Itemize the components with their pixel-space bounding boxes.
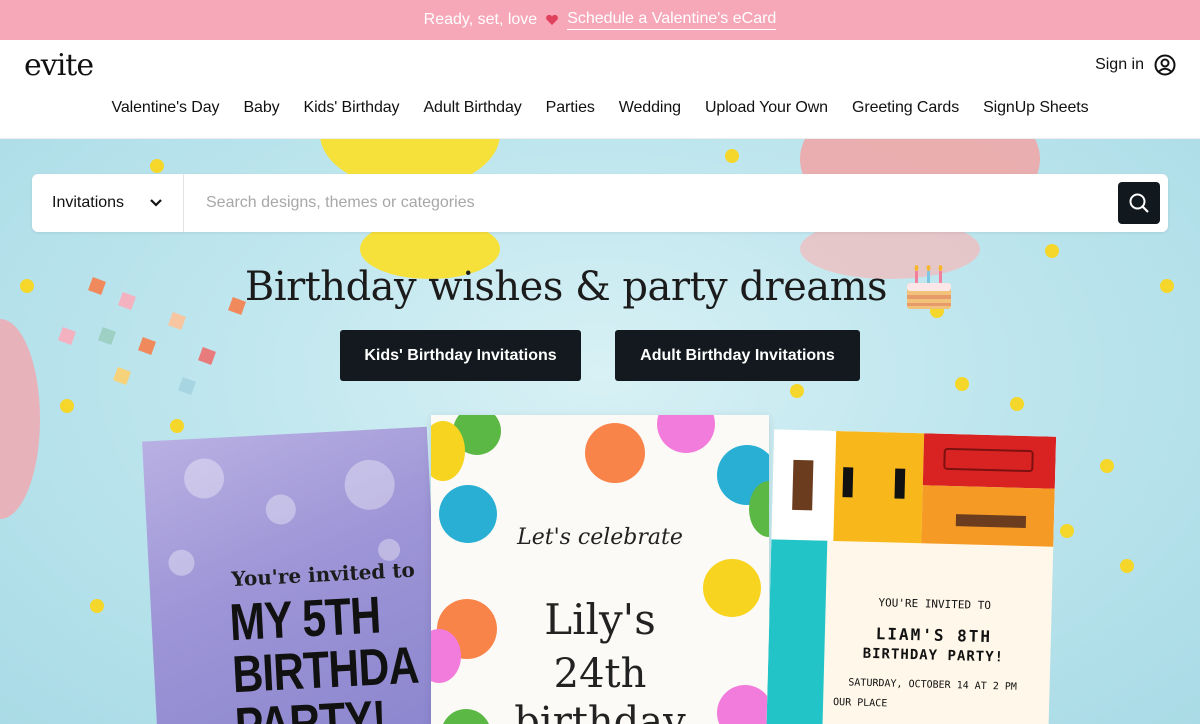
- confetti-dot: [90, 599, 104, 613]
- pixel-sword: [792, 459, 814, 511]
- pixel-eye: [842, 467, 854, 498]
- sign-in-button[interactable]: Sign in: [1095, 54, 1176, 76]
- confetti-dot: [955, 377, 969, 391]
- nav-wedding[interactable]: Wedding: [607, 99, 693, 117]
- card-date: SATURDAY, OCTOBER 14 AT 2 PM: [848, 677, 1017, 693]
- card-name: Lily's: [544, 595, 656, 644]
- valentine-ecard-link[interactable]: Schedule a Valentine's eCard: [567, 10, 777, 30]
- confetti-dot: [170, 419, 184, 433]
- promo-text: Ready, set, love: [423, 11, 538, 28]
- glitter-sparkle: [343, 458, 396, 512]
- search-button[interactable]: [1118, 182, 1160, 224]
- main-nav: Valentine's Day Baby Kids' Birthday Adul…: [0, 99, 1200, 117]
- search-icon: [1129, 193, 1149, 213]
- pixel-eye: [894, 468, 906, 499]
- dot-decoration: [585, 423, 645, 483]
- dot-decoration: [657, 415, 715, 453]
- category-value: Invitations: [52, 194, 125, 211]
- evite-logo[interactable]: evite: [24, 48, 94, 83]
- nav-baby[interactable]: Baby: [231, 99, 291, 117]
- confetti-dot: [1010, 397, 1024, 411]
- promo-banner: Ready, set, love Schedule a Valentine's …: [0, 0, 1200, 40]
- confetti-dot: [1045, 244, 1059, 258]
- confetti-dot: [1120, 559, 1134, 573]
- invitation-card-lilys-24th[interactable]: Let's celebrate Lily's 24th birthday: [431, 415, 769, 724]
- card-script-line: Let's celebrate: [517, 525, 683, 550]
- card-age: 24th: [553, 651, 647, 697]
- card-birthday-word: birthday: [514, 699, 686, 724]
- confetti-dot: [790, 384, 804, 398]
- glitter-sparkle: [167, 549, 196, 577]
- heart-icon: [546, 14, 559, 25]
- card-party: BIRTHDAY PARTY!: [862, 645, 1005, 666]
- card-location: OUR PLACE: [832, 697, 888, 710]
- hero-headline: Birthday wishes & party dreams: [0, 261, 1200, 313]
- confetti-dot: [725, 149, 739, 163]
- confetti-square: [178, 377, 196, 395]
- nav-greeting-cards[interactable]: Greeting Cards: [840, 99, 971, 117]
- nav-upload-your-own[interactable]: Upload Your Own: [693, 99, 840, 117]
- invitation-card-5th-birthday[interactable]: You're invited to MY 5TH BIRTHDA PARTY!: [142, 426, 443, 724]
- adult-birthday-invitations-button[interactable]: Adult Birthday Invitations: [615, 330, 860, 381]
- glitter-sparkle: [183, 457, 226, 500]
- hero-section: Invitations Birthday wishes & party drea…: [0, 139, 1200, 724]
- confetti-dot: [1100, 459, 1114, 473]
- pixel-block: [765, 539, 828, 724]
- hero-title: Birthday wishes & party dreams: [244, 264, 888, 310]
- site-header: evite Sign in Valentine's Day Baby Kids'…: [0, 40, 1200, 139]
- nav-parties[interactable]: Parties: [534, 99, 607, 117]
- card-invite-line: You're invited to: [230, 557, 416, 592]
- nav-kids-birthday[interactable]: Kids' Birthday: [292, 99, 412, 117]
- nav-signup-sheets[interactable]: SignUp Sheets: [971, 99, 1100, 117]
- confetti-dot: [1060, 524, 1074, 538]
- search-input[interactable]: [184, 174, 1118, 232]
- user-account-icon: [1154, 54, 1176, 76]
- search-bar: Invitations: [32, 174, 1168, 232]
- confetti-dot: [150, 159, 164, 173]
- nav-valentines-day[interactable]: Valentine's Day: [99, 99, 231, 117]
- confetti-square: [113, 367, 131, 385]
- confetti-square: [198, 347, 216, 365]
- pixel-wand: [955, 514, 1027, 528]
- card-invite-line: YOU'RE INVITED TO: [878, 596, 992, 613]
- kids-birthday-invitations-button[interactable]: Kids' Birthday Invitations: [340, 330, 581, 381]
- confetti-square: [98, 327, 116, 345]
- sign-in-label: Sign in: [1095, 56, 1144, 73]
- glitter-sparkle: [265, 493, 297, 526]
- confetti-dot: [60, 399, 74, 413]
- card-heading: MY 5TH BIRTHDA PARTY!: [228, 586, 422, 724]
- chevron-down-icon: [150, 199, 162, 207]
- card-heading-line-2: BIRTHDA: [230, 636, 420, 705]
- pixel-hearts: [943, 447, 1034, 473]
- confetti-square: [168, 312, 186, 330]
- confetti-square: [58, 327, 76, 345]
- confetti-square: [138, 337, 156, 355]
- nav-adult-birthday[interactable]: Adult Birthday: [411, 99, 533, 117]
- invitation-card-liams-8th[interactable]: YOU'RE INVITED TO LIAM'S 8TH BIRTHDAY PA…: [765, 429, 1057, 724]
- birthday-cake-icon: [907, 265, 952, 309]
- card-name: LIAM'S 8TH: [875, 624, 993, 647]
- pink-balloon-left: [0, 319, 40, 519]
- card-heading-line-3: PARTY!: [233, 690, 388, 724]
- category-select[interactable]: Invitations: [32, 174, 184, 232]
